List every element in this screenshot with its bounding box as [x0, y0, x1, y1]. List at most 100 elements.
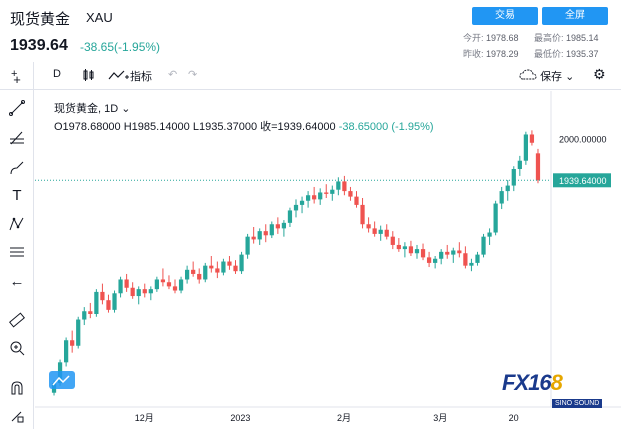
- candle-body: [293, 204, 299, 211]
- brush-icon[interactable]: [9, 160, 25, 176]
- crosshair-icon[interactable]: +: [9, 72, 25, 88]
- candle-body: [209, 265, 214, 269]
- candle-body: [130, 287, 135, 297]
- open-stat: 今开: 1978.68: [463, 33, 519, 43]
- redo-icon[interactable]: ↷: [188, 68, 197, 81]
- candle-body: [184, 269, 190, 280]
- lock-draw-icon[interactable]: [9, 408, 25, 424]
- candle-body: [178, 279, 184, 291]
- text-tool-icon[interactable]: T: [9, 188, 25, 204]
- candle-body: [378, 229, 383, 234]
- candle-body: [390, 236, 395, 245]
- price-tick-label: 2000.00000: [559, 135, 607, 145]
- candle-body: [172, 286, 178, 291]
- pattern-icon[interactable]: [9, 216, 25, 232]
- candle-body: [463, 253, 468, 266]
- trendline-icon[interactable]: [9, 100, 25, 116]
- candle-body: [203, 265, 208, 280]
- candle-body: [281, 222, 287, 229]
- candle-body: [402, 246, 408, 250]
- candle-body: [263, 231, 268, 236]
- candle-body: [275, 224, 280, 229]
- candle-body: [396, 244, 401, 250]
- arrow-left-icon[interactable]: ←: [9, 274, 25, 290]
- candle-body: [287, 210, 293, 223]
- candle-body: [360, 204, 365, 225]
- candle-body: [529, 134, 535, 143]
- candle-body: [330, 189, 335, 194]
- candle-body: [318, 192, 323, 200]
- ruler-icon[interactable]: [9, 312, 25, 328]
- candle-body: [475, 254, 480, 263]
- candle-body: [257, 231, 262, 240]
- instrument-title: 现货黄金: [10, 11, 71, 28]
- candle-body: [354, 196, 359, 205]
- time-tick-label: 3月: [433, 413, 447, 423]
- candle-body: [221, 261, 226, 273]
- drawing-toolbar: + T ←: [0, 62, 34, 429]
- candle-body: [269, 224, 274, 236]
- chart-legend-ohlc: O1978.68000 H1985.14000 L1935.37000 收=19…: [54, 121, 434, 133]
- candle-body: [197, 273, 202, 280]
- fx168-logo: FX168: [502, 370, 563, 395]
- candle-body: [191, 269, 196, 274]
- price-change: -38.65(-1.95%): [80, 40, 161, 54]
- candle-body: [372, 228, 377, 234]
- indicators-button[interactable]: 指标: [108, 68, 152, 84]
- candle-body: [523, 134, 528, 161]
- candle-body: [239, 254, 244, 272]
- candle-body: [64, 340, 69, 363]
- candle-body: [433, 258, 438, 263]
- save-button[interactable]: 保存 ⌄: [519, 68, 574, 84]
- sino-sound-logo: SINO SOUND: [552, 399, 603, 408]
- candle-body: [505, 185, 510, 192]
- candle-body: [517, 160, 522, 169]
- candle-body: [148, 289, 153, 294]
- prevclose-stat: 昨收: 1978.29: [463, 49, 519, 59]
- candle-body: [312, 195, 317, 200]
- candle-body: [487, 232, 492, 237]
- time-tick-label: 2023: [230, 413, 250, 423]
- candle-body: [420, 249, 426, 258]
- candle-body: [439, 251, 444, 259]
- candle-body: [499, 191, 504, 204]
- zoom-icon[interactable]: [9, 340, 25, 356]
- candle-body: [445, 251, 450, 255]
- trade-button[interactable]: 交易: [472, 7, 538, 25]
- time-tick-label: 2月: [337, 413, 351, 423]
- candle-body: [305, 195, 311, 201]
- candle-body: [94, 291, 99, 314]
- candle-body: [166, 282, 172, 287]
- magnet-icon[interactable]: [9, 380, 25, 396]
- candle-body: [535, 153, 541, 181]
- candle-body: [324, 192, 329, 194]
- measure-lines-icon[interactable]: [9, 244, 25, 260]
- chevron-down-icon: ⌄: [565, 71, 575, 83]
- undo-icon[interactable]: ↶: [168, 68, 177, 81]
- candle-body: [481, 236, 486, 255]
- candle-body: [384, 229, 389, 237]
- candle-body: [336, 181, 341, 190]
- instrument-symbol: XAU: [86, 10, 113, 25]
- last-price: 1939.64: [10, 37, 68, 54]
- candle-body: [70, 340, 75, 346]
- candle-body: [154, 279, 159, 290]
- candle-type-icon[interactable]: [82, 68, 96, 85]
- last-price-label: 1939.64000: [559, 176, 607, 186]
- candle-body: [142, 289, 147, 294]
- candle-body: [124, 279, 129, 288]
- chart-legend-name: 现货黄金, 1D ⌄: [54, 103, 131, 115]
- fullscreen-button[interactable]: 全屏: [542, 7, 608, 25]
- candle-body: [112, 293, 117, 310]
- candle-body: [348, 191, 353, 197]
- chevron-down-icon[interactable]: ⌄: [121, 103, 130, 115]
- candle-body: [451, 250, 456, 255]
- candle-body: [88, 311, 93, 314]
- candle-body: [457, 250, 462, 254]
- fib-icon[interactable]: [9, 130, 25, 146]
- interval-select[interactable]: D: [53, 68, 61, 80]
- low-stat: 最低价: 1935.37: [534, 49, 599, 59]
- candle-body: [118, 279, 123, 294]
- gear-icon[interactable]: ⚙: [593, 66, 606, 83]
- time-tick-label: 20: [509, 413, 519, 423]
